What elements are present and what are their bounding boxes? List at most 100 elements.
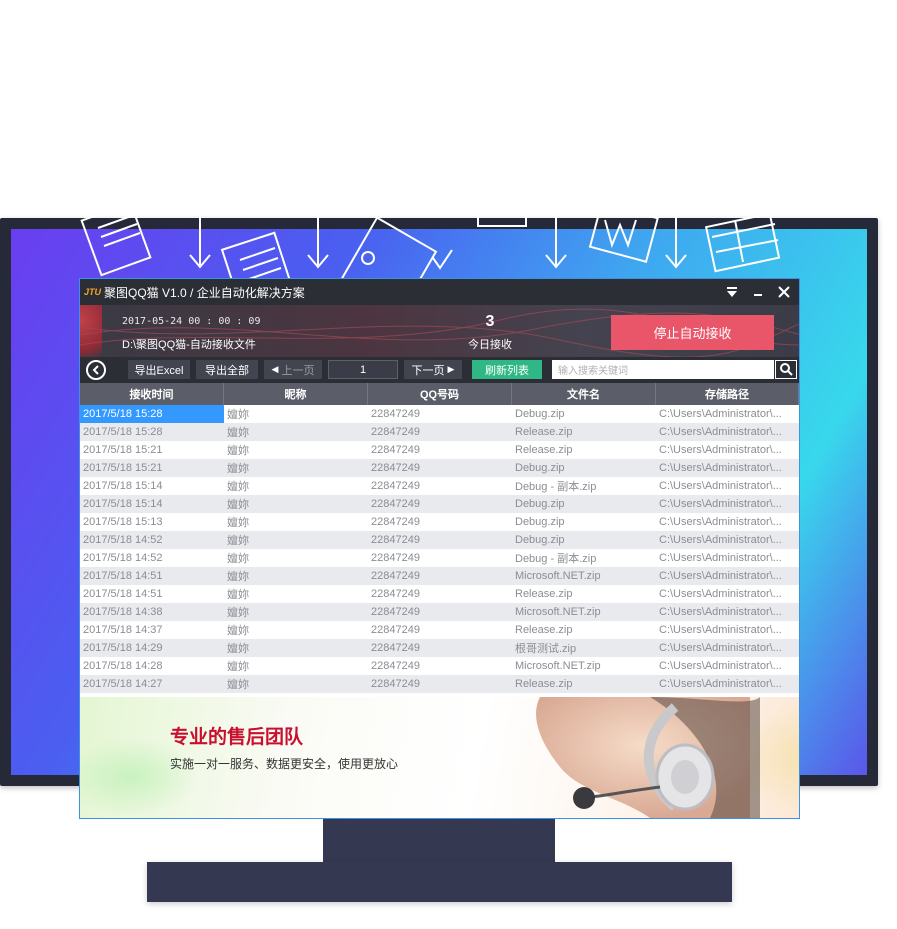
column-header-filename[interactable]: 文件名 (512, 383, 656, 405)
cell-time[interactable]: 2017/5/18 15:14 (80, 477, 224, 495)
cell-nickname[interactable]: 嬗妳 (224, 405, 368, 423)
stop-auto-receive-button[interactable]: 停止自动接收 (611, 315, 774, 350)
cell-nickname[interactable]: 嬗妳 (224, 549, 368, 567)
cell-time[interactable]: 2017/5/18 14:27 (80, 675, 224, 693)
cell-time[interactable]: 2017/5/18 14:28 (80, 657, 224, 675)
save-folder-path[interactable]: D:\聚图QQ猫-自动接收文件 (122, 336, 256, 352)
cell-path[interactable]: C:\Users\Administrator\... (656, 567, 799, 585)
next-page-button[interactable]: 下一页 ▶ (404, 360, 462, 379)
table-row[interactable]: 2017/5/18 14:28 嬗妳 22847249 Microsoft.NET.z… (80, 657, 799, 675)
column-header-path[interactable]: 存储路径 (656, 383, 799, 405)
cell-qq[interactable]: 22847249 (368, 405, 512, 423)
cell-nickname[interactable]: 嬗妳 (224, 531, 368, 549)
export-all-button[interactable]: 导出全部 (196, 360, 258, 379)
table-row[interactable]: 2017/5/18 14:38 嬗妳 22847249 Microsoft.NET.z… (80, 603, 799, 621)
close-icon[interactable] (771, 279, 797, 305)
table-row[interactable]: 2017/5/18 15:21 嬗妳 22847249 Release.zip C:\U… (80, 441, 799, 459)
cell-nickname[interactable]: 嬗妳 (224, 567, 368, 585)
cell-time[interactable]: 2017/5/18 14:52 (80, 531, 224, 549)
table-row[interactable]: 2017/5/18 14:52 嬗妳 22847249 Debug - 副本.zip C… (80, 549, 799, 567)
cell-qq[interactable]: 22847249 (368, 531, 512, 549)
refresh-list-button[interactable]: 刷新列表 (472, 360, 542, 379)
cell-time[interactable]: 2017/5/18 14:38 (80, 603, 224, 621)
table-row[interactable]: 2017/5/18 15:14 嬗妳 22847249 Debug.zip C:\Use… (80, 495, 799, 513)
column-header-nickname[interactable]: 昵称 (224, 383, 368, 405)
cell-path[interactable]: C:\Users\Administrator\... (656, 531, 799, 549)
cell-filename[interactable]: Debug.zip (512, 495, 656, 513)
cell-path[interactable]: C:\Users\Administrator\... (656, 459, 799, 477)
cell-nickname[interactable]: 嬗妳 (224, 477, 368, 495)
cell-qq[interactable]: 22847249 (368, 495, 512, 513)
cell-filename[interactable]: Microsoft.NET.zip (512, 567, 656, 585)
table-row[interactable]: 2017/5/18 14:29 嬗妳 22847249 根哥测试.zip C:\User… (80, 639, 799, 657)
prev-page-button[interactable]: ◀ 上一页 (264, 360, 322, 379)
cell-qq[interactable]: 22847249 (368, 513, 512, 531)
cell-nickname[interactable]: 嬗妳 (224, 603, 368, 621)
cell-path[interactable]: C:\Users\Administrator\... (656, 495, 799, 513)
cell-qq[interactable]: 22847249 (368, 567, 512, 585)
dropdown-icon[interactable] (719, 279, 745, 305)
cell-qq[interactable]: 22847249 (368, 441, 512, 459)
cell-time[interactable]: 2017/5/18 15:28 (80, 423, 224, 441)
cell-nickname[interactable]: 嬗妳 (224, 621, 368, 639)
cell-filename[interactable]: Release.zip (512, 621, 656, 639)
cell-filename[interactable]: Debug.zip (512, 531, 656, 549)
cell-filename[interactable]: Microsoft.NET.zip (512, 657, 656, 675)
table-row[interactable]: 2017/5/18 15:28 嬗妳 22847249 Debug.zip C:\Use… (80, 405, 799, 423)
cell-time[interactable]: 2017/5/18 15:21 (80, 459, 224, 477)
cell-filename[interactable]: Debug - 副本.zip (512, 549, 656, 567)
cell-path[interactable]: C:\Users\Administrator\... (656, 477, 799, 495)
table-row[interactable]: 2017/5/18 14:51 嬗妳 22847249 Release.zip C:\U… (80, 585, 799, 603)
cell-time[interactable]: 2017/5/18 14:51 (80, 567, 224, 585)
cell-qq[interactable]: 22847249 (368, 603, 512, 621)
table-row[interactable]: 2017/5/18 15:21 嬗妳 22847249 Debug.zip C:\Use… (80, 459, 799, 477)
cell-qq[interactable]: 22847249 (368, 657, 512, 675)
cell-qq[interactable]: 22847249 (368, 459, 512, 477)
search-input[interactable]: 输入搜索关键词 (552, 360, 774, 379)
cell-filename[interactable]: Microsoft.NET.zip (512, 603, 656, 621)
cell-nickname[interactable]: 嬗妳 (224, 675, 368, 693)
cell-filename[interactable]: Release.zip (512, 585, 656, 603)
table-row[interactable]: 2017/5/18 14:37 嬗妳 22847249 Release.zip C:\U… (80, 621, 799, 639)
export-excel-button[interactable]: 导出Excel (128, 360, 190, 379)
search-icon[interactable] (775, 360, 797, 379)
cell-filename[interactable]: Debug.zip (512, 405, 656, 423)
cell-path[interactable]: C:\Users\Administrator\... (656, 405, 799, 423)
table-row[interactable]: 2017/5/18 14:27 嬗妳 22847249 Release.zip C:\U… (80, 675, 799, 693)
cell-time[interactable]: 2017/5/18 15:14 (80, 495, 224, 513)
minimize-icon[interactable] (745, 279, 771, 305)
table-row[interactable]: 2017/5/18 15:14 嬗妳 22847249 Debug - 副本.zip C… (80, 477, 799, 495)
cell-qq[interactable]: 22847249 (368, 423, 512, 441)
cell-filename[interactable]: Release.zip (512, 675, 656, 693)
cell-nickname[interactable]: 嬗妳 (224, 423, 368, 441)
cell-nickname[interactable]: 嬗妳 (224, 585, 368, 603)
cell-nickname[interactable]: 嬗妳 (224, 495, 368, 513)
cell-filename[interactable]: Release.zip (512, 441, 656, 459)
column-header-qq[interactable]: QQ号码 (368, 383, 512, 405)
table-row[interactable]: 2017/5/18 14:52 嬗妳 22847249 Debug.zip C:\Use… (80, 531, 799, 549)
page-number-input[interactable]: 1 (328, 360, 398, 379)
cell-time[interactable]: 2017/5/18 14:51 (80, 585, 224, 603)
cell-nickname[interactable]: 嬗妳 (224, 639, 368, 657)
cell-nickname[interactable]: 嬗妳 (224, 441, 368, 459)
table-row[interactable]: 2017/5/18 15:28 嬗妳 22847249 Release.zip C:\U… (80, 423, 799, 441)
table-row[interactable]: 2017/5/18 14:51 嬗妳 22847249 Microsoft.NET.z… (80, 567, 799, 585)
cell-qq[interactable]: 22847249 (368, 585, 512, 603)
column-header-time[interactable]: 接收时间 (80, 383, 224, 405)
cell-time[interactable]: 2017/5/18 14:52 (80, 549, 224, 567)
cell-qq[interactable]: 22847249 (368, 675, 512, 693)
cell-qq[interactable]: 22847249 (368, 639, 512, 657)
cell-path[interactable]: C:\Users\Administrator\... (656, 657, 799, 675)
cell-path[interactable]: C:\Users\Administrator\... (656, 441, 799, 459)
cell-filename[interactable]: Debug.zip (512, 513, 656, 531)
cell-path[interactable]: C:\Users\Administrator\... (656, 423, 799, 441)
cell-nickname[interactable]: 嬗妳 (224, 513, 368, 531)
cell-time[interactable]: 2017/5/18 15:13 (80, 513, 224, 531)
back-icon[interactable] (86, 360, 106, 380)
cell-time[interactable]: 2017/5/18 14:37 (80, 621, 224, 639)
cell-path[interactable]: C:\Users\Administrator\... (656, 603, 799, 621)
cell-path[interactable]: C:\Users\Administrator\... (656, 621, 799, 639)
cell-filename[interactable]: 根哥测试.zip (512, 639, 656, 657)
cell-filename[interactable]: Debug.zip (512, 459, 656, 477)
cell-qq[interactable]: 22847249 (368, 477, 512, 495)
